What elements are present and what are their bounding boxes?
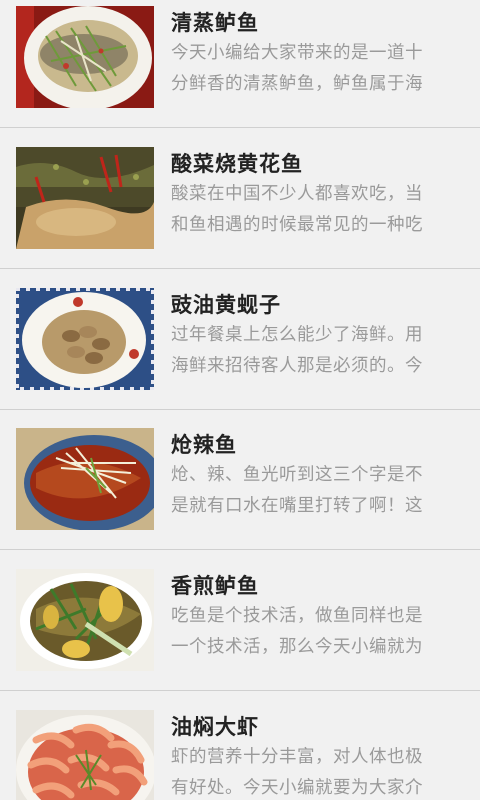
recipe-item[interactable]: 香煎鲈鱼 吃鱼是个技术活，做鱼同样也是 一个技术活，那么今天小编就为 — [0, 551, 480, 691]
description-line: 海鲜来招待客人那是必须的。今 — [171, 356, 423, 376]
recipe-item[interactable]: 油焖大虾 虾的营养十分丰富，对人体也极 有好处。今天小编就要为大家介 — [0, 692, 480, 800]
pan-fried-sea-bass-image — [16, 569, 154, 671]
recipe-item[interactable]: 酸菜烧黄花鱼 酸菜在中国不少人都喜欢吃，当 和鱼相遇的时候最常见的一种吃 — [0, 129, 480, 269]
steamed-sea-bass-image — [16, 6, 154, 108]
description-line: 酸菜在中国不少人都喜欢吃，当 — [171, 184, 423, 204]
recipe-thumbnail[interactable] — [16, 569, 154, 671]
description-line: 和鱼相遇的时候最常见的一种吃 — [171, 215, 423, 235]
spicy-fish-image — [16, 428, 154, 530]
recipe-title: 清蒸鲈鱼 — [171, 11, 259, 35]
description-line: 吃鱼是个技术活，做鱼同样也是 — [171, 606, 423, 626]
description-line: 分鲜香的清蒸鲈鱼，鲈鱼属于海 — [171, 74, 423, 94]
recipe-item[interactable]: 炝辣鱼 炝、辣、鱼光听到这三个字是不 是就有口水在嘴里打转了啊！这 — [0, 410, 480, 550]
recipe-description: 虾的营养十分丰富，对人体也极 有好处。今天小编就要为大家介 — [171, 742, 435, 800]
description-line: 有好处。今天小编就要为大家介 — [171, 778, 423, 798]
recipe-thumbnail[interactable] — [16, 428, 154, 530]
recipe-title: 酸菜烧黄花鱼 — [171, 152, 303, 176]
recipe-thumbnail[interactable] — [16, 288, 154, 390]
description-line: 炝、辣、鱼光听到这三个字是不 — [171, 465, 423, 485]
recipe-thumbnail[interactable] — [16, 147, 154, 249]
recipe-description: 炝、辣、鱼光听到这三个字是不 是就有口水在嘴里打转了啊！这 — [171, 460, 435, 522]
pickled-cabbage-yellow-croaker-image — [16, 147, 154, 249]
braised-prawns-image — [16, 710, 154, 800]
recipe-description: 过年餐桌上怎么能少了海鲜。用 海鲜来招待客人那是必须的。今 — [171, 320, 435, 382]
soy-clams-image — [16, 288, 154, 390]
description-line: 今天小编给大家带来的是一道十 — [171, 43, 423, 63]
recipe-thumbnail[interactable] — [16, 710, 154, 800]
recipe-item[interactable]: 豉油黄蚬子 过年餐桌上怎么能少了海鲜。用 海鲜来招待客人那是必须的。今 — [0, 270, 480, 410]
recipe-description: 酸菜在中国不少人都喜欢吃，当 和鱼相遇的时候最常见的一种吃 — [171, 179, 435, 241]
description-line: 是就有口水在嘴里打转了啊！这 — [171, 496, 423, 516]
recipe-title: 炝辣鱼 — [171, 433, 237, 457]
recipe-item[interactable]: 清蒸鲈鱼 今天小编给大家带来的是一道十 分鲜香的清蒸鲈鱼，鲈鱼属于海 — [0, 0, 480, 128]
recipe-thumbnail[interactable] — [16, 6, 154, 108]
recipe-list: 清蒸鲈鱼 今天小编给大家带来的是一道十 分鲜香的清蒸鲈鱼，鲈鱼属于海 酸菜烧黄花… — [0, 0, 480, 800]
recipe-description: 吃鱼是个技术活，做鱼同样也是 一个技术活，那么今天小编就为 — [171, 601, 435, 663]
recipe-title: 油焖大虾 — [171, 715, 259, 739]
description-line: 虾的营养十分丰富，对人体也极 — [171, 747, 423, 767]
recipe-description: 今天小编给大家带来的是一道十 分鲜香的清蒸鲈鱼，鲈鱼属于海 — [171, 38, 435, 100]
description-line: 过年餐桌上怎么能少了海鲜。用 — [171, 325, 423, 345]
description-line: 一个技术活，那么今天小编就为 — [171, 637, 423, 657]
recipe-title: 香煎鲈鱼 — [171, 574, 259, 598]
recipe-title: 豉油黄蚬子 — [171, 293, 281, 317]
